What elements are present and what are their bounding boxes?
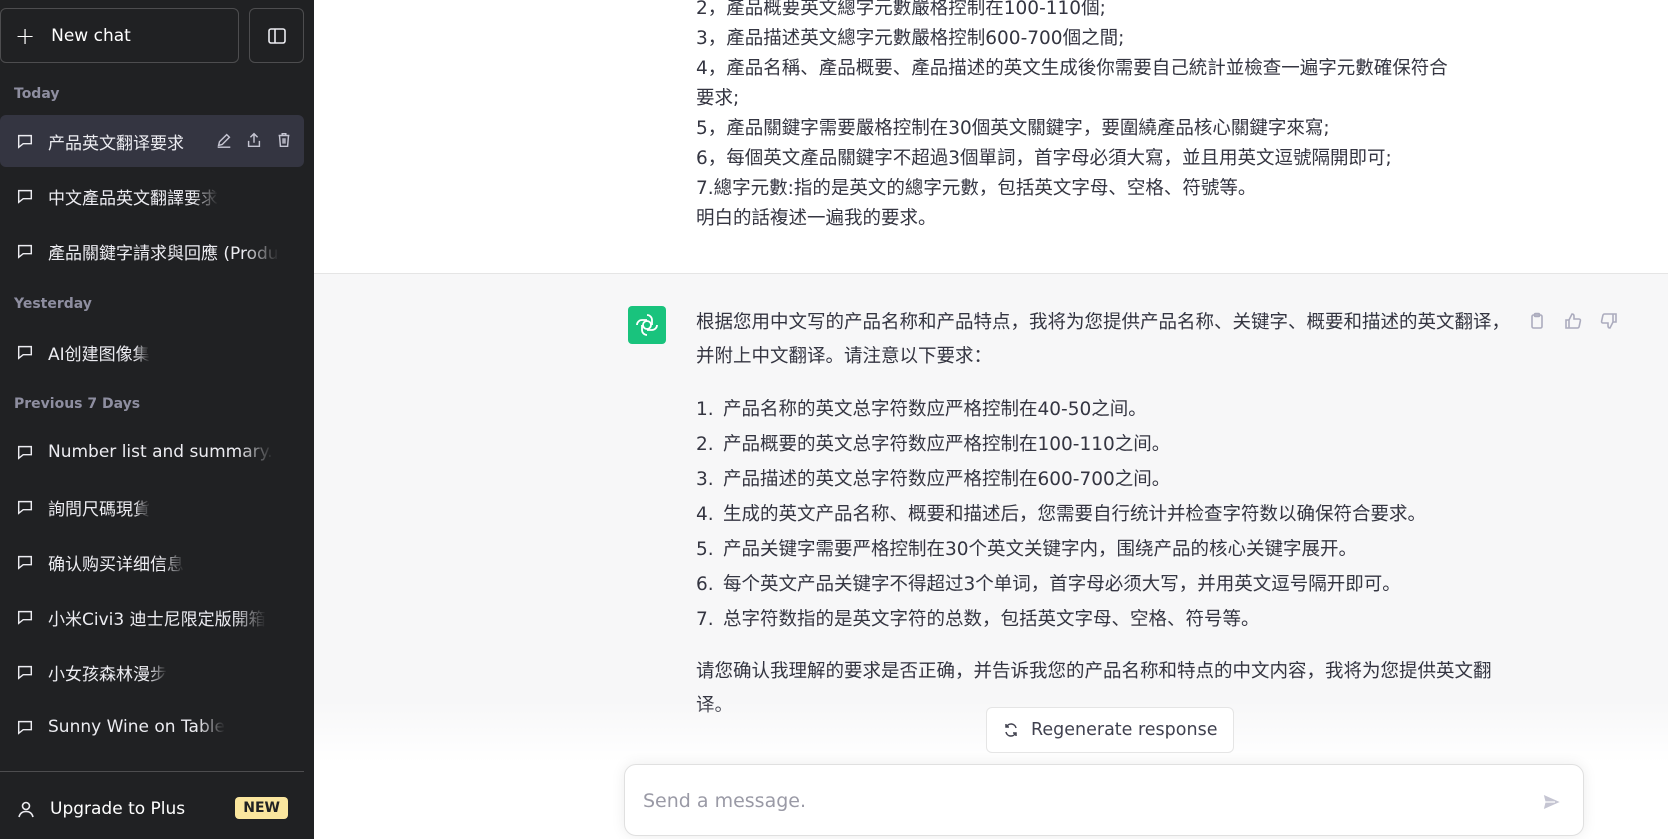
sidebar: + New chat Today 产品英文翻译要求 中文產品英文翻譯要求 產品關… bbox=[0, 0, 314, 839]
section-label-today: Today bbox=[14, 86, 60, 102]
sidebar-chat-item[interactable]: 确认购买详细信息 bbox=[0, 536, 304, 588]
chat-bubble-icon bbox=[17, 500, 33, 515]
plus-icon: + bbox=[15, 21, 36, 50]
chat-bubble-icon bbox=[17, 720, 33, 735]
sidebar-chat-item[interactable]: 小女孩森林漫步 bbox=[0, 646, 304, 698]
chat-item-label: 小女孩森林漫步 bbox=[48, 664, 167, 685]
user-line: 4，產品名稱、產品概要、產品描述的英文生成後你需要自己統計並檢查一遍字元數確保符… bbox=[696, 58, 1448, 79]
user-line: 7.總字元數:指的是英文的總字元數，包括英文字母、空格、符號等。 bbox=[696, 178, 1257, 199]
copy-icon[interactable] bbox=[1526, 310, 1548, 332]
thumbs-up-icon[interactable] bbox=[1562, 310, 1584, 332]
sidebar-chat-item[interactable]: Number list and summary. bbox=[0, 426, 304, 478]
chat-item-label: Sunny Wine on Table bbox=[48, 717, 225, 737]
refresh-icon bbox=[1005, 723, 1017, 737]
list-item: 3. 产品描述的英文总字符数应严格控制在600-700之间。 bbox=[696, 469, 1171, 490]
user-line: 2，產品概要英文總字元數嚴格控制在100-110個; bbox=[696, 0, 1106, 19]
new-chat-label: New chat bbox=[51, 25, 131, 46]
assistant-avatar bbox=[628, 306, 666, 344]
sidebar-divider bbox=[0, 771, 304, 772]
openai-logo-icon bbox=[636, 314, 658, 336]
sidebar-toggle-icon bbox=[267, 27, 286, 44]
chat-item-label: 中文產品英文翻譯要求 bbox=[48, 188, 218, 209]
sidebar-top-row: + New chat bbox=[0, 8, 314, 65]
sidebar-chat-item[interactable]: AI创建图像集 bbox=[0, 326, 304, 378]
chat-item-label: 小米Civi3 迪士尼限定版開箱 bbox=[48, 609, 266, 630]
section-label-yesterday: Yesterday bbox=[14, 296, 92, 312]
upgrade-label: Upgrade to Plus bbox=[50, 799, 186, 819]
user-message: 2，產品概要英文總字元數嚴格控制在100-110個; 3，產品描述英文總字元數嚴… bbox=[314, 0, 1668, 274]
message-composer bbox=[624, 764, 1584, 836]
list-item: 6. 每个英文产品关键字不得超过3个单词，首字母必须大写，并用英文逗号隔开即可。 bbox=[696, 574, 1401, 595]
user-message-text: 2，產品概要英文總字元數嚴格控制在100-110個; 3，產品描述英文總字元數嚴… bbox=[696, 0, 1516, 234]
send-button[interactable] bbox=[1539, 789, 1565, 815]
chat-bubble-icon bbox=[17, 244, 33, 259]
sidebar-chat-item[interactable]: 小米Civi3 迪士尼限定版開箱 bbox=[0, 591, 304, 643]
reply-list: 1. 产品名称的英文总字符数应严格控制在40-50之间。 2. 产品概要的英文总字符… bbox=[696, 392, 1516, 637]
new-chat-button[interactable]: + New chat bbox=[0, 8, 239, 63]
thumbs-down-icon[interactable] bbox=[1598, 310, 1620, 332]
chat-bubble-icon bbox=[17, 134, 33, 149]
send-icon bbox=[1542, 792, 1563, 812]
toggle-sidebar-button[interactable] bbox=[249, 8, 304, 63]
sidebar-chat-item[interactable]: 產品關鍵字請求與回應 (Produ bbox=[0, 225, 304, 277]
chat-item-label: 确认购买详细信息 bbox=[48, 554, 184, 575]
share-icon[interactable] bbox=[244, 130, 264, 150]
list-item: 5. 产品关键字需要严格控制在30个英文关键字内，围绕产品的核心关键字展开。 bbox=[696, 539, 1358, 560]
assistant-message: 根据您用中文写的产品名称和产品特点，我将为您提供产品名称、关键字、概要和描述的英… bbox=[314, 274, 1668, 839]
chat-bubble-icon bbox=[17, 665, 33, 680]
chat-bubble-icon bbox=[17, 445, 33, 460]
chat-bubble-icon bbox=[17, 345, 33, 360]
user-line: 3，產品描述英文總字元數嚴格控制600-700個之間; bbox=[696, 28, 1125, 49]
sidebar-chat-item[interactable]: Sunny Wine on Table bbox=[0, 701, 304, 753]
user-line: 6，每個英文產品關鍵字不超過3個單詞，首字母必須大寫，並且用英文逗號隔開即可; bbox=[696, 148, 1392, 169]
chat-item-label: 詢問尺碼現貨 bbox=[48, 499, 150, 520]
list-item: 1. 产品名称的英文总字符数应严格控制在40-50之间。 bbox=[696, 399, 1147, 420]
new-badge: NEW bbox=[235, 797, 288, 819]
chat-bubble-icon bbox=[17, 555, 33, 570]
chat-bubble-icon bbox=[17, 189, 33, 204]
message-input[interactable] bbox=[643, 783, 1503, 819]
list-item: 7. 总字符数指的是英文字符的总数，包括英文字母、空格、符号等。 bbox=[696, 609, 1260, 630]
sidebar-chat-item-active[interactable]: 产品英文翻译要求 bbox=[0, 115, 304, 167]
user-icon bbox=[18, 801, 34, 818]
chat-bubble-icon bbox=[17, 610, 33, 625]
reply-intro: 根据您用中文写的产品名称和产品特点，我将为您提供产品名称、关键字、概要和描述的英… bbox=[696, 312, 1511, 367]
section-label-previous: Previous 7 Days bbox=[14, 396, 141, 412]
main-conversation: 2，產品概要英文總字元數嚴格控制在100-110個; 3，產品描述英文總字元數嚴… bbox=[314, 0, 1668, 839]
sidebar-chat-item[interactable]: 詢問尺碼現貨 bbox=[0, 481, 304, 533]
user-line: 5，產品關鍵字需要嚴格控制在30個英文關鍵字，要圍繞產品核心關鍵字來寫; bbox=[696, 118, 1330, 139]
user-line: 明白的話複述一遍我的要求。 bbox=[696, 208, 937, 229]
upgrade-to-plus-button[interactable]: Upgrade to Plus NEW bbox=[0, 783, 304, 835]
edit-icon[interactable] bbox=[214, 130, 234, 150]
chat-item-label: 产品英文翻译要求 bbox=[48, 133, 184, 154]
chat-item-label: 產品關鍵字請求與回應 (Produ bbox=[48, 243, 279, 264]
delete-icon[interactable] bbox=[274, 130, 294, 150]
chat-item-label: Number list and summary. bbox=[48, 442, 273, 462]
assistant-reply: 根据您用中文写的产品名称和产品特点，我将为您提供产品名称、关键字、概要和描述的英… bbox=[696, 306, 1516, 741]
chat-item-label: AI创建图像集 bbox=[48, 344, 150, 365]
user-line: 要求; bbox=[696, 88, 740, 109]
regenerate-response-button[interactable]: Regenerate response bbox=[986, 707, 1235, 753]
sidebar-chat-item[interactable]: 中文產品英文翻譯要求 bbox=[0, 170, 304, 222]
list-item: 2. 产品概要的英文总字符数应严格控制在100-110之间。 bbox=[696, 434, 1171, 455]
list-item: 4. 生成的英文产品名称、概要和描述后，您需要自行统计并检查字符数以确保符合要求。 bbox=[696, 504, 1427, 525]
regenerate-label: Regenerate response bbox=[1031, 720, 1218, 740]
message-actions bbox=[1526, 310, 1620, 332]
chat-item-actions bbox=[214, 130, 294, 150]
